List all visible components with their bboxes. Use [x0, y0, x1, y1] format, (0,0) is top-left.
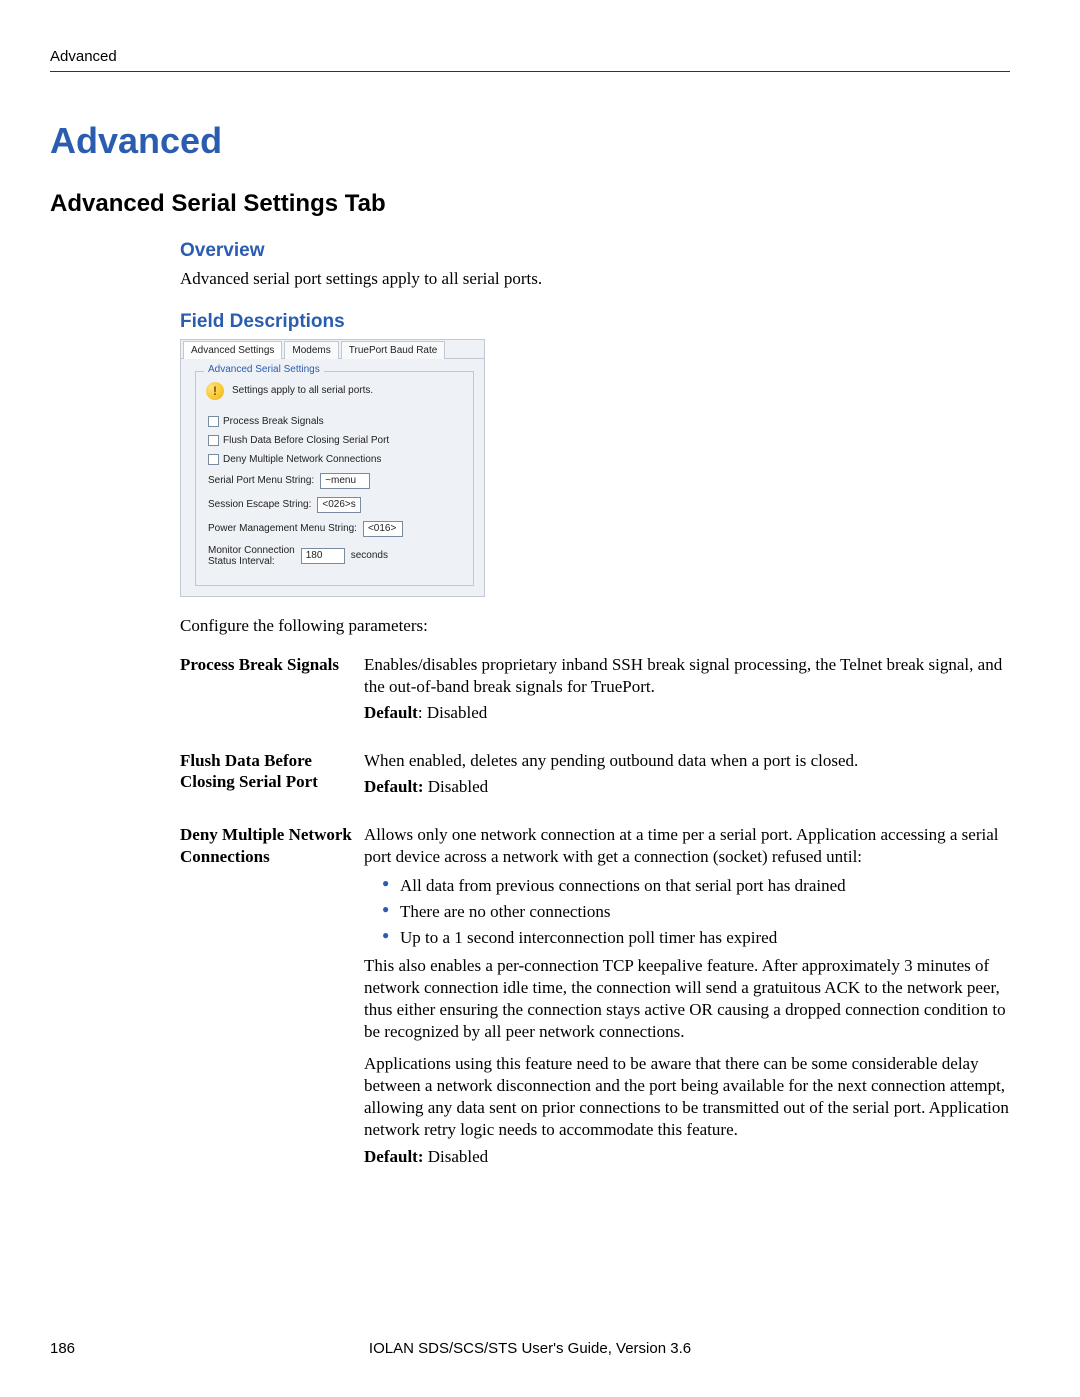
footer-guide: IOLAN SDS/SCS/STS User's Guide, Version … [369, 1340, 691, 1357]
param-term: Flush Data Before Closing Serial Port [180, 750, 352, 793]
field-label-line1: Monitor Connection [208, 545, 295, 556]
field-menu-string: Serial Port Menu String: ~menu [208, 473, 463, 489]
field-value: <026>s [317, 497, 361, 513]
param-desc-text: Enables/disables proprietary inband SSH … [364, 654, 1010, 698]
field-value: ~menu [320, 473, 370, 489]
field-label-line2: Status Interval: [208, 556, 275, 567]
section-title: Advanced Serial Settings Tab [50, 190, 1010, 218]
param-default: Default: Disabled [364, 1146, 1010, 1168]
hint-row: ! Settings apply to all serial ports. [206, 382, 463, 400]
default-label: Default [364, 703, 418, 722]
page-content: Advanced Advanced Advanced Serial Settin… [50, 48, 1010, 1194]
param-process-break: Process Break Signals Enables/disables p… [180, 654, 1010, 728]
content-body: Overview Advanced serial port settings a… [180, 240, 1010, 1172]
tab-modems: Modems [284, 341, 338, 359]
field-value: 180 [301, 548, 345, 564]
param-term: Process Break Signals [180, 654, 352, 675]
tab-trueport: TruePort Baud Rate [341, 341, 446, 359]
checkbox-icon [208, 416, 219, 427]
field-monitor-interval: Monitor Connection Status Interval: 180 … [208, 545, 463, 567]
running-header: Advanced [50, 48, 1010, 65]
param-flush-data: Flush Data Before Closing Serial Port Wh… [180, 750, 1010, 802]
overview-text: Advanced serial port settings apply to a… [180, 268, 1010, 291]
page-number: 186 [50, 1340, 75, 1357]
params-table: Process Break Signals Enables/disables p… [180, 654, 1010, 1172]
default-label: Default: [364, 1147, 423, 1166]
page-footer: 186 IOLAN SDS/SCS/STS User's Guide, Vers… [50, 1340, 1010, 1357]
param-desc-text: Applications using this feature need to … [364, 1053, 1010, 1141]
param-term: Deny Multiple Network Connections [180, 824, 352, 867]
field-label: Serial Port Menu String: [208, 475, 314, 486]
settings-screenshot: Advanced Settings Modems TruePort Baud R… [180, 339, 485, 597]
group-title: Advanced Serial Settings [204, 364, 324, 375]
settings-group: Advanced Serial Settings ! Settings appl… [195, 371, 474, 586]
checkbox-icon [208, 454, 219, 465]
field-label: Monitor Connection Status Interval: [208, 545, 295, 567]
checkbox-icon [208, 435, 219, 446]
bullet-item: All data from previous connections on th… [382, 875, 1010, 897]
param-desc-text: Allows only one network connection at a … [364, 824, 1010, 868]
param-default: Default: Disabled [364, 702, 1010, 724]
check-label: Flush Data Before Closing Serial Port [223, 435, 389, 446]
check-flush-data: Flush Data Before Closing Serial Port [208, 435, 463, 446]
default-sep: : [418, 703, 427, 722]
param-deny-multiple: Deny Multiple Network Connections Allows… [180, 824, 1010, 1171]
default-value: Disabled [427, 703, 487, 722]
param-desc: When enabled, deletes any pending outbou… [364, 750, 1010, 802]
tab-advanced-settings: Advanced Settings [183, 341, 282, 359]
check-label: Process Break Signals [223, 416, 324, 427]
field-escape-string: Session Escape String: <026>s [208, 497, 463, 513]
param-desc: Enables/disables proprietary inband SSH … [364, 654, 1010, 728]
check-process-break: Process Break Signals [208, 416, 463, 427]
overview-heading: Overview [180, 240, 1010, 262]
param-desc-text: This also enables a per-connection TCP k… [364, 955, 1010, 1043]
bullet-item: Up to a 1 second interconnection poll ti… [382, 927, 1010, 949]
settings-tabs: Advanced Settings Modems TruePort Baud R… [181, 340, 484, 359]
default-label: Default: [364, 777, 423, 796]
bullet-item: There are no other connections [382, 901, 1010, 923]
field-value: <016> [363, 521, 403, 537]
field-desc-heading: Field Descriptions [180, 311, 1010, 333]
hint-text: Settings apply to all serial ports. [232, 385, 373, 396]
check-label: Deny Multiple Network Connections [223, 454, 381, 465]
default-value: Disabled [428, 777, 488, 796]
field-unit: seconds [351, 550, 388, 561]
param-desc-text: When enabled, deletes any pending outbou… [364, 750, 1010, 772]
default-value: Disabled [428, 1147, 488, 1166]
field-label: Power Management Menu String: [208, 523, 357, 534]
param-bullets: All data from previous connections on th… [364, 875, 1010, 949]
configure-line: Configure the following parameters: [180, 615, 1010, 638]
param-default: Default: Disabled [364, 776, 1010, 798]
check-deny-multiple: Deny Multiple Network Connections [208, 454, 463, 465]
header-rule [50, 71, 1010, 72]
param-desc: Allows only one network connection at a … [364, 824, 1010, 1171]
page-title: Advanced [50, 120, 1010, 162]
field-label: Session Escape String: [208, 499, 311, 510]
info-icon: ! [206, 382, 224, 400]
field-power-management: Power Management Menu String: <016> [208, 521, 463, 537]
